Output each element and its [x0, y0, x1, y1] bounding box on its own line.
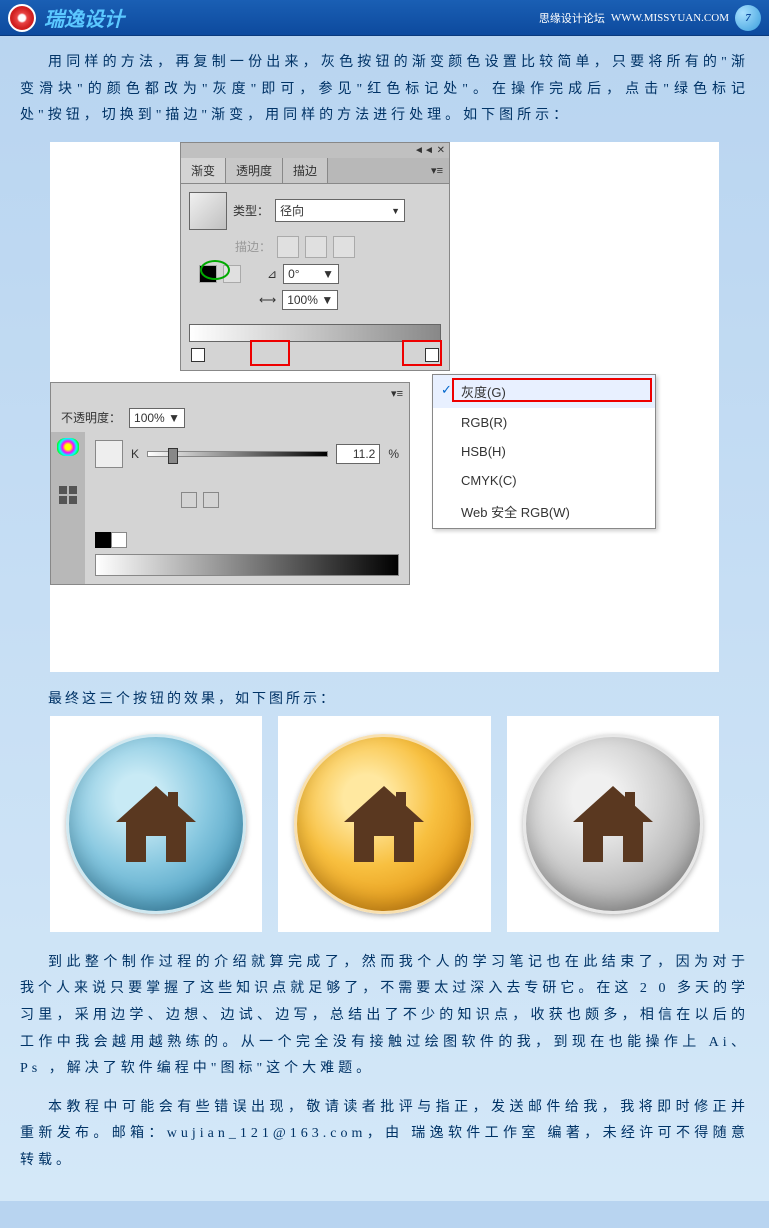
house-icon: [106, 774, 206, 874]
chevron-down-icon: ▼: [321, 293, 333, 307]
glass-button-orange: [294, 734, 474, 914]
tab-gradient[interactable]: 渐变: [181, 158, 226, 183]
bw-swatch[interactable]: [95, 532, 399, 548]
chevron-down-icon: ▼: [391, 206, 400, 216]
tab-transparency[interactable]: 透明度: [226, 158, 283, 183]
site-title: 瑞逸设计: [44, 3, 124, 32]
square-icon[interactable]: [203, 492, 219, 508]
scale-icon: ⟷: [259, 293, 276, 307]
site-logo-icon: [8, 4, 36, 32]
page-header: 瑞逸设计 思缘设计论坛 WWW.MISSYUAN.COM 7: [0, 0, 769, 36]
swatches-icon[interactable]: [59, 486, 77, 504]
tab-stroke[interactable]: 描边: [283, 158, 328, 183]
paragraph-summary: 到此整个制作过程的介绍就算完成了，然而我个人的学习笔记也在此结束了，因为对于我个…: [20, 950, 749, 1083]
k-slider[interactable]: [147, 451, 328, 457]
k-label: K: [131, 447, 139, 461]
panel-tabs: 渐变 透明度 描边 ▾≡: [181, 158, 449, 184]
result-gray: [507, 716, 719, 932]
opacity-label: 不透明度：: [61, 409, 121, 426]
house-icon: [563, 774, 663, 874]
figure-panel-screenshot: ◄◄ ✕ 渐变 透明度 描边 ▾≡ 类型： 径向 ▼ 描边：: [50, 142, 719, 672]
red-annotation-right: [402, 340, 442, 366]
chevron-down-icon: ▼: [322, 267, 334, 281]
house-icon: [334, 774, 434, 874]
type-label: 类型：: [233, 202, 269, 219]
gradient-stop-left[interactable]: [191, 348, 205, 362]
color-panel-menu-icon[interactable]: ▾≡: [51, 383, 409, 404]
paragraph-footer: 本教程中可能会有些错误出现，敬请读者批评与指正，发送邮件给我，我将即时修正并重新…: [20, 1095, 749, 1175]
panel-menu-icon[interactable]: ▾≡: [425, 160, 449, 181]
menu-item-websafe[interactable]: Web 安全 RGB(W): [433, 495, 655, 528]
glass-button-blue: [66, 734, 246, 914]
forum-name: 思缘设计论坛: [539, 10, 605, 26]
header-left: 瑞逸设计: [8, 3, 124, 32]
page-content: 用同样的方法，再复制一份出来，灰色按钮的渐变颜色设置比较简单，只要将所有的"渐变…: [0, 36, 769, 1201]
k-input[interactable]: 11.2: [336, 444, 380, 464]
spectrum-bar[interactable]: [95, 554, 399, 576]
site-url: WWW.MISSYUAN.COM: [611, 12, 729, 24]
stroke-label: 描边：: [235, 238, 271, 255]
green-annotation-circle: [200, 260, 230, 280]
stroke-mode-2[interactable]: [305, 236, 327, 258]
color-side-tabs: [51, 432, 85, 584]
palette-icon[interactable]: [57, 438, 79, 456]
panel-controls[interactable]: ◄◄ ✕: [181, 143, 449, 158]
opacity-input[interactable]: 100%▼: [129, 408, 185, 428]
result-buttons-row: [50, 716, 719, 932]
figure-caption: 最终这三个按钮的效果，如下图所示：: [48, 688, 749, 708]
cube-icon[interactable]: [181, 492, 197, 508]
type-select[interactable]: 径向 ▼: [275, 199, 405, 222]
menu-item-hsb[interactable]: HSB(H): [433, 437, 655, 466]
page-number-badge: 7: [735, 5, 761, 31]
red-annotation-menu: [452, 378, 652, 402]
paragraph-intro: 用同样的方法，再复制一份出来，灰色按钮的渐变颜色设置比较简单，只要将所有的"渐变…: [20, 50, 749, 130]
result-blue: [50, 716, 262, 932]
color-swatch[interactable]: [95, 440, 123, 468]
stroke-mode-3[interactable]: [333, 236, 355, 258]
chevron-down-icon: ▼: [168, 411, 180, 425]
glass-button-gray: [523, 734, 703, 914]
angle-input[interactable]: 0°▼: [283, 264, 339, 284]
menu-item-rgb[interactable]: RGB(R): [433, 408, 655, 437]
gradient-panel: ◄◄ ✕ 渐变 透明度 描边 ▾≡ 类型： 径向 ▼ 描边：: [180, 142, 450, 371]
red-annotation-left: [250, 340, 290, 366]
scale-input[interactable]: 100%▼: [282, 290, 338, 310]
angle-icon: ⊿: [267, 267, 277, 281]
color-panel: ▾≡ 不透明度： 100%▼ K 11.2: [50, 382, 410, 585]
gradient-swatch[interactable]: [189, 192, 227, 230]
header-right: 思缘设计论坛 WWW.MISSYUAN.COM 7: [539, 5, 761, 31]
result-orange: [278, 716, 490, 932]
stroke-mode-1[interactable]: [277, 236, 299, 258]
menu-item-cmyk[interactable]: CMYK(C): [433, 466, 655, 495]
type-value: 径向: [280, 202, 304, 219]
percent-label: %: [388, 447, 399, 461]
